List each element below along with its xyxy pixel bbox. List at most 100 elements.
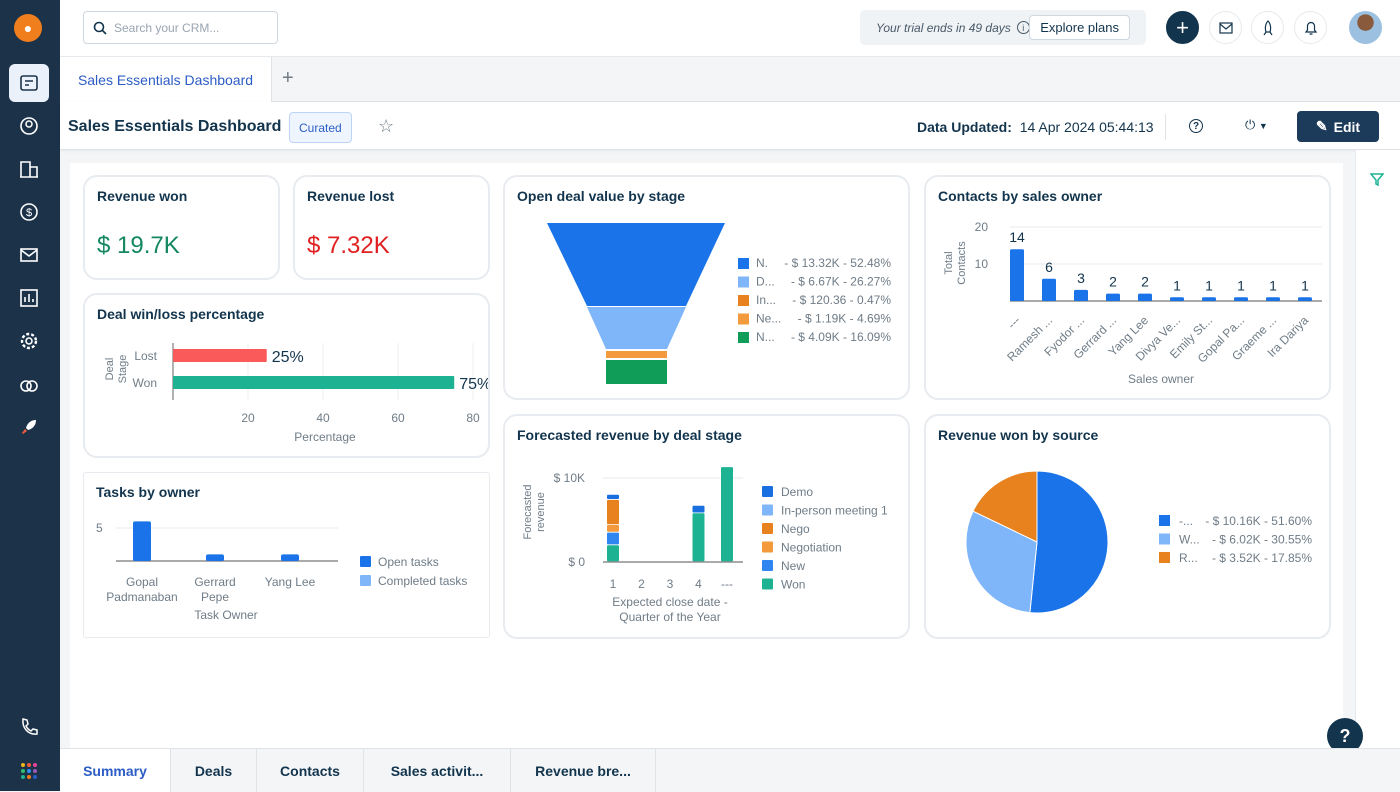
sidebar-item-email[interactable] <box>9 236 49 274</box>
pie-slice <box>1029 470 1109 614</box>
dashboard-header: Sales Essentials Dashboard Curated ☆ Dat… <box>60 102 1400 150</box>
legend-swatch <box>762 541 773 553</box>
x-axis-label: Expected close date - <box>612 595 727 609</box>
tab-revenue-breakdown[interactable]: Revenue bre... <box>511 749 656 792</box>
legend-label: Won <box>781 578 805 592</box>
bar-won <box>173 376 455 389</box>
funnel-segment <box>547 223 725 306</box>
legend-label: Completed tasks <box>378 574 467 588</box>
tasks-chart: 5 GopalPadmanaban GerrardPepe Yang Lee Task … <box>96 521 467 622</box>
x-tick-label: 60 <box>391 411 405 425</box>
trial-banner: Your trial ends in 49 days i Explore pla… <box>860 10 1146 45</box>
export-dropdown[interactable]: ⏻ ▼ <box>1245 117 1268 133</box>
legend-label: N... <box>756 330 775 344</box>
funnel-chart: N. - $ 13.32K - 52.48% D... - $ 6.67K - 26.… <box>547 223 892 384</box>
legend-value: - $ 120.36 - 0.47% <box>792 293 891 307</box>
legend-swatch <box>762 486 773 497</box>
funnel-segment <box>587 307 686 349</box>
sidebar-item-phone[interactable] <box>9 708 49 746</box>
data-label: 2 <box>1141 274 1149 290</box>
tab-contacts[interactable]: Contacts <box>257 749 364 792</box>
rocket-icon <box>1263 19 1272 35</box>
sidebar-item-getting-started[interactable] <box>9 408 49 446</box>
x-tick-label: 3 <box>667 577 674 591</box>
card-title: Revenue lost <box>307 188 395 204</box>
sidebar-item-apps[interactable] <box>9 752 49 790</box>
sidebar-item-integrations[interactable] <box>9 365 49 403</box>
sidebar-item-deals[interactable]: $ <box>9 193 49 231</box>
legend-value: - $ 3.52K - 17.85% <box>1212 551 1312 565</box>
x-axis-label: Quarter of the Year <box>619 610 720 624</box>
info-icon[interactable]: i <box>1016 21 1030 34</box>
data-label: 6 <box>1045 259 1053 275</box>
card-contacts-by-owner[interactable]: Contacts by sales owner 10 20 14 --- 6 Ramesh… <box>924 175 1331 400</box>
legend-swatch <box>738 313 749 325</box>
legend-value: - $ 6.67K - 26.27% <box>791 275 891 289</box>
revenue-lost-value: $ 7.32K <box>307 232 390 259</box>
legend-label: -... <box>1179 514 1193 528</box>
forecast-chart: $ 10K $ 0 1 2 3 4 --- Expected close date -Quar… <box>522 467 888 624</box>
y-tick-label: 10 <box>975 257 989 271</box>
bar-open-tasks <box>133 521 151 561</box>
search-placeholder: Search your CRM... <box>114 20 220 35</box>
card-revenue-won[interactable]: Revenue won $ 19.7K <box>83 175 280 280</box>
sidebar-item-dashboards[interactable] <box>9 64 49 102</box>
x-axis-label: Sales owner <box>1128 372 1194 386</box>
bar <box>1298 297 1312 301</box>
legend-value: - $ 6.02K - 30.55% <box>1212 533 1312 547</box>
y-tick-label: $ 0 <box>568 555 585 569</box>
legend-swatch <box>762 504 773 516</box>
add-tab-button[interactable]: + <box>282 67 294 90</box>
legend-label: In-person meeting 1 <box>781 504 888 518</box>
page-title: Sales Essentials Dashboard <box>68 118 282 135</box>
filter-icon[interactable] <box>1370 172 1384 186</box>
bar-segment-won <box>692 513 705 562</box>
sidebar-item-accounts[interactable] <box>9 150 49 188</box>
tab-deals[interactable]: Deals <box>171 749 257 792</box>
right-rail <box>1355 150 1400 748</box>
y-tick-label: Lost <box>134 349 157 363</box>
avatar[interactable] <box>1349 11 1382 44</box>
favorite-star-icon[interactable]: ☆ <box>378 116 394 137</box>
data-updated: Data Updated: 14 Apr 2024 05:44:13 <box>917 119 1154 135</box>
card-revenue-by-source[interactable]: Revenue won by source -... - $ 10.16K - 5… <box>924 414 1331 639</box>
x-tick-label: --- <box>721 577 733 591</box>
sidebar-item-contacts[interactable] <box>9 107 49 145</box>
contacts-icon <box>20 117 38 135</box>
data-label: 25% <box>272 349 304 366</box>
card-open-deal-value[interactable]: Open deal value by stage N. - $ 13.32K - … <box>503 175 910 400</box>
card-tasks-by-owner[interactable]: Tasks by owner 5 Gopal Padmanaban Gerrard Pe… <box>83 472 490 638</box>
sidebar-item-reports[interactable] <box>9 279 49 317</box>
legend-label: New <box>781 559 805 573</box>
sidebar-item-settings[interactable] <box>9 322 49 360</box>
bar <box>1138 293 1152 301</box>
tab-sales-activities[interactable]: Sales activit... <box>364 749 511 792</box>
svg-text:$: $ <box>26 207 32 219</box>
card-revenue-lost[interactable]: Revenue lost $ 7.32K <box>293 175 490 280</box>
funnel-segment <box>606 351 667 358</box>
dashboard-tabs: Sales Essentials Dashboard + <box>60 57 1400 102</box>
data-label: 1 <box>1173 277 1181 293</box>
x-axis-label: Percentage <box>294 430 356 444</box>
bar <box>1074 289 1088 301</box>
legend-value: - $ 1.19K - 4.69% <box>798 312 892 326</box>
rocket-icon <box>22 420 36 434</box>
help-icon[interactable]: ? <box>1189 119 1203 133</box>
rocket-button[interactable] <box>1251 11 1284 44</box>
bar <box>1010 249 1024 301</box>
notifications-button[interactable] <box>1294 11 1327 44</box>
search-input[interactable]: Search your CRM... <box>83 11 278 44</box>
card-forecasted-revenue[interactable]: Forecasted revenue by deal stage $ 10K $ … <box>503 414 910 639</box>
legend-swatch <box>762 578 773 590</box>
legend-label: D... <box>756 275 775 289</box>
tab-sales-essentials-dashboard[interactable]: Sales Essentials Dashboard <box>60 57 272 102</box>
tab-summary[interactable]: Summary <box>60 749 171 792</box>
add-button[interactable]: + <box>1166 11 1199 44</box>
card-deal-win-loss[interactable]: Deal win/loss percentage 20 40 60 80 Lost 25%… <box>83 293 490 458</box>
logo[interactable]: ● <box>14 14 42 42</box>
x-tick-label: 1 <box>610 577 617 591</box>
mail-button[interactable] <box>1209 11 1242 44</box>
explore-plans-button[interactable]: Explore plans <box>1029 15 1130 40</box>
curated-badge: Curated <box>289 112 352 143</box>
edit-button[interactable]: ✎ Edit <box>1297 111 1379 142</box>
